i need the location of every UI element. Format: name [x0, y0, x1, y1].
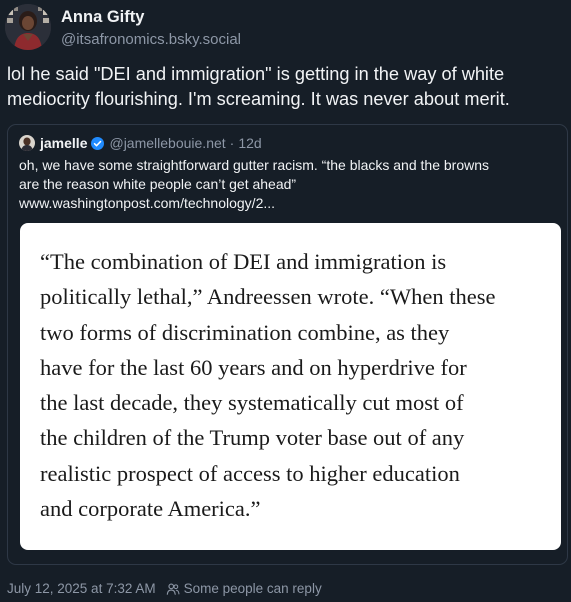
- author-avatar-image: [5, 4, 51, 50]
- quoted-post-age[interactable]: 12d: [238, 134, 261, 152]
- image-text-line: and corporate America.”: [40, 496, 261, 522]
- quoted-post-text-line: are the reason white people can’t get ah…: [19, 176, 297, 192]
- image-text-line: realistic prospect of access to higher e…: [40, 460, 460, 486]
- quoted-post-text-line: oh, we have some straightforward gutter …: [19, 157, 489, 173]
- image-text-line: the last decade, they systematically cut…: [40, 390, 464, 416]
- verified-badge-icon: [91, 136, 105, 150]
- image-text-line: “The combination of DEI and immigration …: [40, 249, 447, 274]
- people-icon: [166, 583, 180, 595]
- post-footer: July 12, 2025 at 7:32 AM Some people can…: [7, 581, 322, 597]
- post-header: Anna Gifty @itsafronomics.bsky.social: [5, 4, 241, 50]
- quoted-author-name[interactable]: jamelle: [40, 134, 87, 152]
- image-text-line: have for the last 60 years and on hyperd…: [40, 354, 467, 380]
- quoted-author-handle[interactable]: @jamellebouie.net: [109, 134, 225, 152]
- quoted-post[interactable]: jamelle @jamellebouie.net · 12d oh, we h…: [7, 124, 568, 565]
- image-text-line: two forms of discrimination combine, as …: [40, 319, 450, 345]
- quoted-author-avatar-image: [19, 135, 35, 151]
- quoted-post-separator: ·: [229, 135, 235, 151]
- post-container: Anna Gifty @itsafronomics.bsky.social lo…: [0, 0, 571, 602]
- image-quote-text: “The combination of DEI and immigration …: [40, 244, 550, 526]
- post-text: lol he said "DEI and immigration" is get…: [7, 64, 510, 109]
- quoted-post-link[interactable]: www.washingtonpost.com/technology/2...: [19, 194, 559, 213]
- image-text-line: the children of the Trump voter base out…: [40, 425, 465, 451]
- quoted-author-avatar[interactable]: [19, 135, 35, 151]
- quoted-post-image[interactable]: “The combination of DEI and immigration …: [20, 223, 561, 550]
- reply-setting-label[interactable]: Some people can reply: [184, 581, 322, 597]
- quoted-post-header: jamelle @jamellebouie.net · 12d: [19, 134, 262, 152]
- author-avatar[interactable]: [5, 4, 51, 50]
- author-display-name[interactable]: Anna Gifty: [61, 9, 241, 26]
- author-names: Anna Gifty @itsafronomics.bsky.social: [61, 7, 241, 47]
- image-text-line: politically lethal,” Andreessen wrote. “…: [40, 284, 496, 310]
- author-handle[interactable]: @itsafronomics.bsky.social: [61, 32, 241, 47]
- quoted-post-text: oh, we have some straightforward gutter …: [19, 156, 559, 213]
- post-timestamp[interactable]: July 12, 2025 at 7:32 AM: [7, 581, 156, 597]
